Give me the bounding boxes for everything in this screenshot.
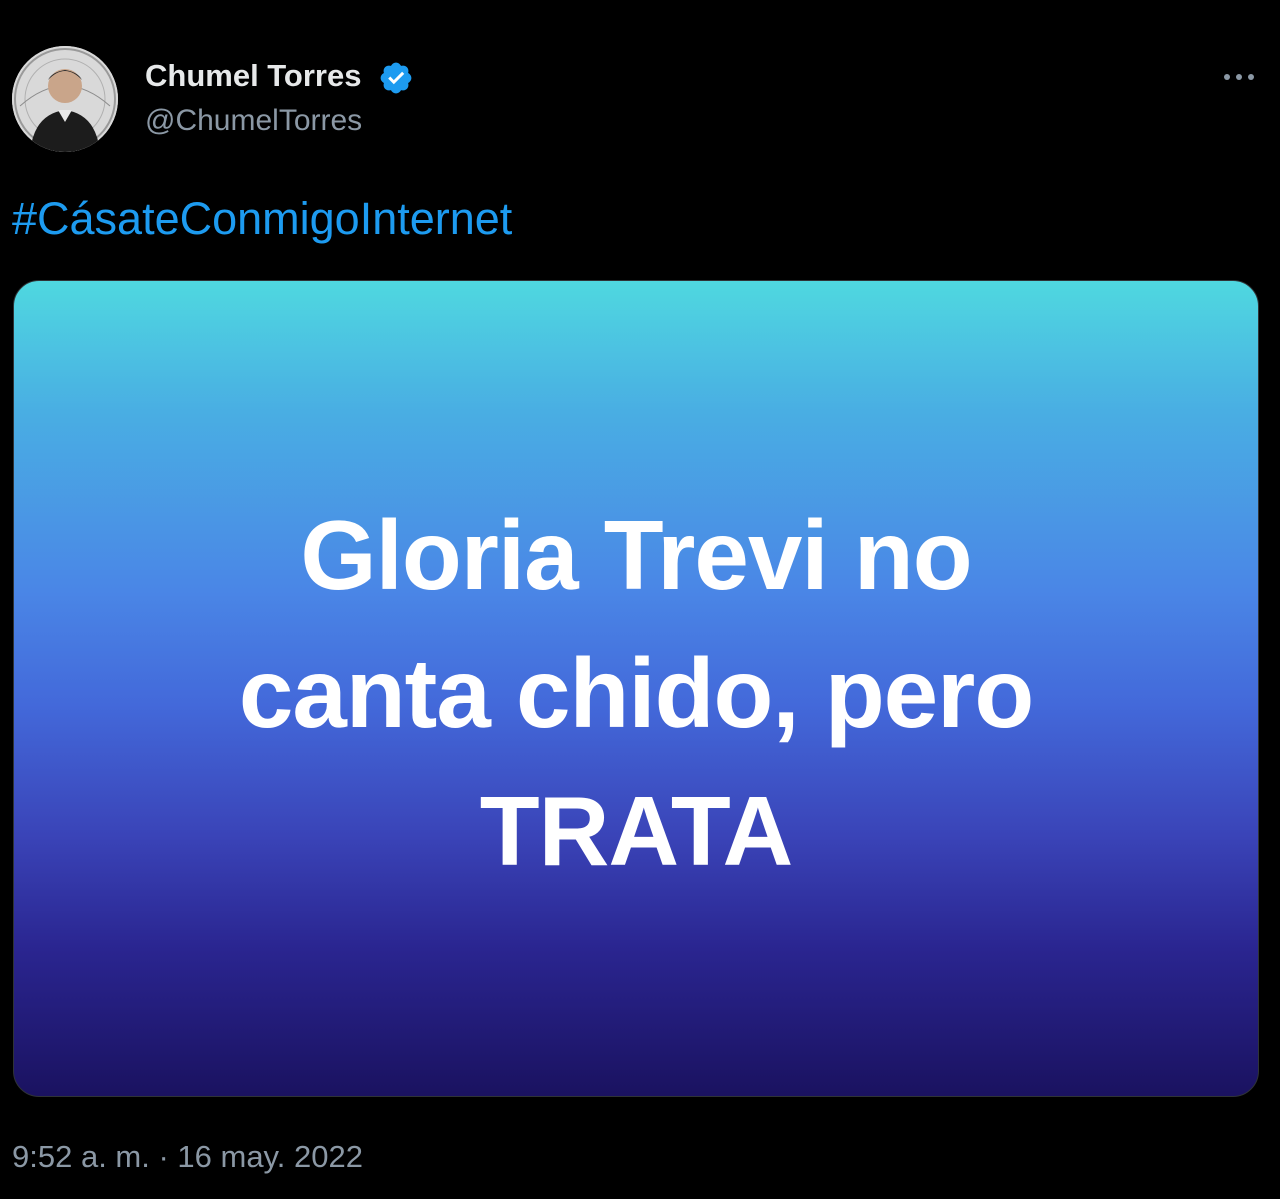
- author-handle[interactable]: @ChumelTorres: [145, 104, 362, 138]
- tweet: Chumel Torres @ChumelTorres #CásateConmi…: [0, 0, 1280, 1199]
- media-caption-line: TRATA: [479, 776, 794, 886]
- tweet-media-image[interactable]: Gloria Trevi no canta chido, pero TRATA: [13, 280, 1259, 1097]
- tweet-hashtag-link[interactable]: #CásateConmigoInternet: [12, 193, 512, 245]
- author-name[interactable]: Chumel Torres: [145, 58, 361, 94]
- avatar[interactable]: [12, 46, 118, 152]
- media-caption-line: canta chido, pero: [238, 638, 1034, 748]
- more-horizontal-icon[interactable]: [1218, 62, 1260, 92]
- verified-badge-icon: [380, 62, 412, 94]
- media-caption-line: Gloria Trevi no: [300, 500, 972, 610]
- media-caption: Gloria Trevi no canta chido, pero TRATA: [14, 486, 1258, 900]
- profile-photo-icon: [12, 46, 118, 152]
- tweet-timestamp[interactable]: 9:52 a. m. · 16 may. 2022: [12, 1139, 363, 1175]
